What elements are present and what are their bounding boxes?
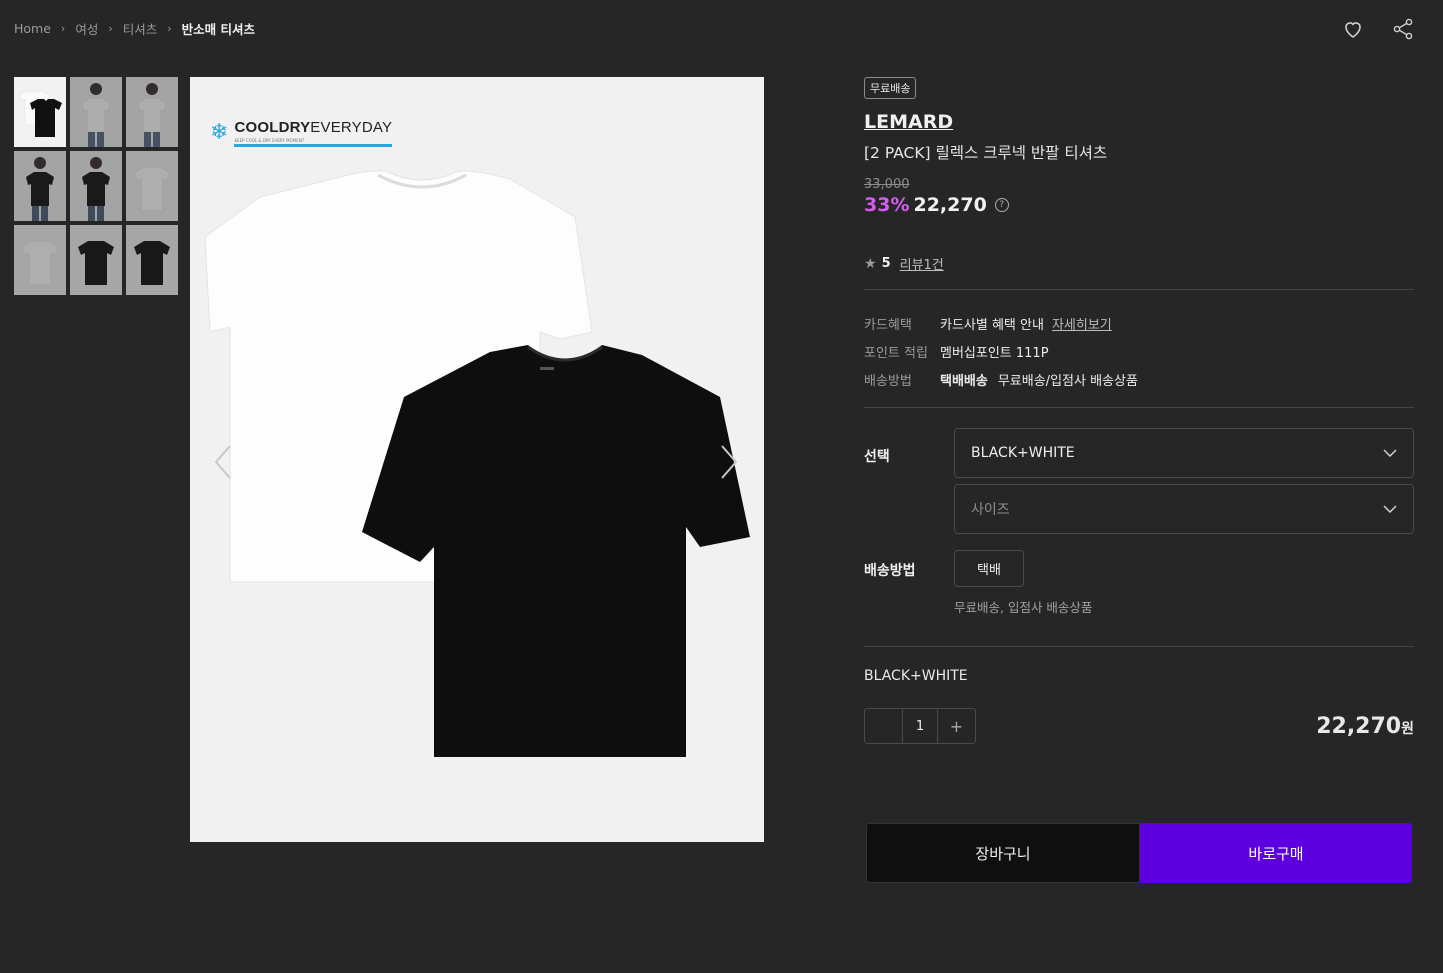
top-actions [1341, 17, 1415, 41]
add-to-cart-button[interactable]: 장바구니 [866, 823, 1140, 883]
free-shipping-badge: 무료배송 [864, 77, 917, 99]
rating-value: 5 [881, 256, 891, 271]
delivery-label: 배송방법 [864, 373, 912, 389]
logo-tagline: KEEP COOL & DRY EVERY MOMENT [234, 138, 305, 143]
logo-underline [234, 144, 393, 147]
minus-button[interactable]: − [865, 709, 902, 743]
delivery-row: 배송방법 택배배송 무료배송/입점사 배송상품 [864, 365, 1414, 393]
next-arrow-icon[interactable] [714, 442, 744, 482]
logo-bold: COOLDRY [234, 119, 311, 136]
total-amount: 22,270 [1316, 713, 1402, 739]
question-icon[interactable]: ? [994, 198, 1009, 212]
total-price: 22,270원 [1316, 714, 1414, 739]
delivery-method: 택배배송 [940, 373, 988, 389]
chevron-right-icon: › [60, 22, 66, 35]
quantity-value[interactable]: 1 [902, 709, 938, 743]
purchase-buttons: 장바구니 바로구매 [866, 823, 1412, 883]
selected-option-name: BLACK+WHITE [864, 668, 968, 684]
chevron-down-icon [1383, 505, 1397, 513]
tshirts-illustration [204, 170, 750, 757]
color-select[interactable]: BLACK+WHITE [954, 428, 1414, 478]
card-benefit-value: 카드사별 혜택 안내 [940, 317, 1044, 333]
product-name: [2 PACK] 릴렉스 크루넥 반팔 티셔츠 [864, 144, 1108, 162]
ship-method-button[interactable]: 택배 [954, 550, 1024, 587]
thumbnail-grid [14, 77, 178, 295]
divider [864, 407, 1414, 408]
thumbnail-3[interactable] [126, 77, 178, 147]
original-price: 33,000 [864, 177, 910, 192]
breadcrumb: Home › 여성 › 티셔츠 › 반소매 티셔츠 [14, 19, 255, 38]
review-link[interactable]: 리뷰1건 [900, 254, 944, 273]
chevron-right-icon: › [167, 22, 172, 35]
size-select[interactable]: 사이즈 [954, 484, 1414, 534]
ship-note: 무료배송, 입점사 배송상품 [954, 600, 1093, 615]
quantity-stepper: − 1 + [864, 708, 976, 744]
breadcrumb-tshirts[interactable]: 티셔츠 [123, 19, 158, 38]
product-info-panel: 무료배송 LEMARD [2 PACK] 릴렉스 크루넥 반팔 티셔츠 33,0… [864, 77, 1414, 744]
thumbnail-2[interactable] [70, 77, 122, 147]
breadcrumb-current: 반소매 티셔츠 [181, 22, 256, 37]
brand-link[interactable]: LEMARD [864, 111, 1414, 133]
buy-now-button[interactable]: 바로구매 [1140, 823, 1412, 883]
cooldry-logo: ❄ COOLDRYEVERYDAY KEEP COOL & DRY EVERY … [210, 119, 393, 147]
rating-row: ★ 5 리뷰1건 [864, 254, 1414, 274]
snowflake-icon: ❄ [210, 120, 229, 145]
size-select-placeholder: 사이즈 [971, 502, 1010, 518]
star-icon: ★ [864, 255, 877, 272]
thumbnail-4[interactable] [14, 151, 66, 221]
breadcrumb-women[interactable]: 여성 [75, 19, 98, 38]
point-value: 멤버십포인트 111P [940, 345, 1049, 361]
divider [864, 289, 1414, 290]
point-row: 포인트 적립 멤버십포인트 111P [864, 337, 1414, 365]
discount-rate: 33% [864, 194, 910, 216]
sale-price: 22,270 [913, 194, 987, 216]
thumbnail-8[interactable] [70, 225, 122, 295]
point-label: 포인트 적립 [864, 345, 928, 361]
card-benefit-label: 카드혜택 [864, 317, 912, 333]
color-select-value: BLACK+WHITE [971, 445, 1075, 461]
chevron-down-icon [1383, 449, 1397, 457]
logo-light: EVERYDAY [310, 119, 393, 136]
thumbnail-6[interactable] [126, 151, 178, 221]
card-benefit-detail-link[interactable]: 자세히보기 [1052, 314, 1112, 333]
card-benefit-row: 카드혜택 카드사별 혜택 안내 자세히보기 [864, 309, 1414, 337]
option-area: 선택 BLACK+WHITE 사이즈 배송방법 택배 무료배송, 입점사 배송상… [864, 428, 1414, 616]
select-label: 선택 [864, 449, 890, 465]
heart-icon[interactable] [1341, 17, 1365, 41]
main-product-image: ❄ COOLDRYEVERYDAY KEEP COOL & DRY EVERY … [190, 77, 764, 842]
selected-item: BLACK+WHITE − 1 + 22,270원 [864, 646, 1414, 744]
currency: 원 [1401, 720, 1414, 737]
ship-method-label: 배송방법 [864, 563, 916, 579]
delivery-value: 무료배송/입점사 배송상품 [997, 373, 1138, 389]
benefits-list: 카드혜택 카드사별 혜택 안내 자세히보기 포인트 적립 멤버십포인트 111P… [864, 309, 1414, 393]
share-icon[interactable] [1391, 17, 1415, 41]
prev-arrow-icon[interactable] [208, 442, 238, 482]
thumbnail-7[interactable] [14, 225, 66, 295]
chevron-right-icon: › [108, 22, 113, 35]
thumbnail-1[interactable] [14, 77, 66, 147]
thumbnail-9[interactable] [126, 225, 178, 295]
plus-button[interactable]: + [938, 709, 975, 743]
thumbnail-5[interactable] [70, 151, 122, 221]
price-row: 33% 22,270 ? [864, 194, 1414, 216]
breadcrumb-home[interactable]: Home [14, 21, 51, 36]
